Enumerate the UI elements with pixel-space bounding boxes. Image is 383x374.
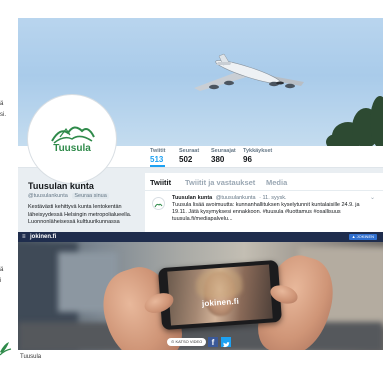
stat-label: Seuraajat: [211, 148, 236, 154]
tabs-divider: [145, 190, 383, 191]
stat-label: Twiitit: [150, 148, 166, 154]
profile-handle[interactable]: @tuusulankunta: [28, 193, 68, 199]
profile-handle-row: @tuusulankunta Seuraa sinua: [28, 192, 140, 200]
stat-label: Tykkäykset: [243, 148, 273, 154]
stat-value: 502: [179, 155, 193, 164]
logo-fragment-icon: [0, 342, 12, 356]
tuusula-logo-icon: [154, 203, 163, 208]
left-text-fragment: i: [0, 278, 2, 284]
tweet-author-name[interactable]: Tuusulan kunta: [172, 195, 212, 201]
smartphone: jokinen.fi: [157, 259, 283, 331]
tweet-avatar[interactable]: [152, 197, 165, 210]
tab-tweets-and-replies[interactable]: Twiitit ja vastaukset: [185, 178, 255, 187]
tweet-author-handle[interactable]: @tuusulankunta: [216, 195, 256, 201]
stat-tweets[interactable]: Twiitit 513: [150, 148, 166, 167]
stat-value: 96: [243, 155, 252, 164]
profile-bio: Kestävästi kehittyvä kunta lentokentän l…: [28, 204, 132, 225]
hero-photo: jokinen.fi: [18, 242, 383, 350]
twitter-bird-icon: [223, 342, 230, 348]
tweet-text: Tuusula lisää avoimuutta: kunnanhallituk…: [172, 202, 360, 222]
facebook-icon[interactable]: f: [208, 337, 218, 347]
follows-you-badge: Seuraa sinua: [72, 193, 109, 199]
site-navbar: ≡ jokinen.fi ▲ JOKINEN: [18, 232, 383, 242]
nav-button[interactable]: ▲ JOKINEN: [348, 234, 377, 240]
profile-info: Tuusulan kunta @tuusulankunta Seuraa sin…: [28, 181, 140, 232]
watch-video-button[interactable]: ⊙ KATSO VIDEO: [167, 338, 207, 346]
stat-following[interactable]: Seuraat 502: [179, 148, 199, 164]
image-caption: Tuusula: [20, 354, 42, 360]
stat-followers[interactable]: Seuraajat 380: [211, 148, 236, 164]
stat-label: Seuraat: [179, 148, 200, 154]
stat-value: 513: [150, 155, 164, 164]
tab-media[interactable]: Media: [266, 178, 287, 187]
profile-name: Tuusulan kunta: [28, 181, 94, 191]
stat-value: 380: [211, 155, 225, 164]
jokinen-site-screenshot: ≡ jokinen.fi ▲ JOKINEN jokinen.fi ⊙ KATS…: [18, 232, 383, 350]
left-text-fragment: ä: [0, 267, 4, 273]
person-hair: [195, 266, 244, 300]
avatar-logo-text: Tuusula: [53, 143, 91, 154]
left-text-fragment: ä: [0, 101, 4, 107]
site-logo[interactable]: jokinen.fi: [30, 233, 56, 241]
timeline-card: Twiitit Twiitit ja vastaukset Media Tuus…: [145, 173, 383, 232]
page: ä si. ä i Twiitit 513 Seuraat 502 Seuraa…: [0, 0, 383, 374]
twitter-bird-icon[interactable]: [221, 337, 231, 348]
chevron-down-icon[interactable]: ⌄: [370, 194, 375, 201]
tuusula-logo-icon: [51, 126, 95, 144]
stat-likes[interactable]: Tykkäykset 96: [243, 148, 272, 164]
left-text-fragment: si.: [0, 112, 6, 118]
tweet-header: Tuusulan kunta @tuusulankunta · 11. syys…: [172, 195, 287, 201]
tab-tweets[interactable]: Twiitit: [150, 178, 171, 187]
phone-screen: jokinen.fi: [167, 264, 273, 326]
tweet-date[interactable]: · 11. syysk.: [259, 195, 286, 201]
twitter-profile-screenshot: Twiitit 513 Seuraat 502 Seuraajat 380 Ty…: [18, 18, 383, 232]
profile-avatar[interactable]: Tuusula: [28, 95, 116, 183]
menu-icon[interactable]: ≡: [22, 233, 26, 241]
